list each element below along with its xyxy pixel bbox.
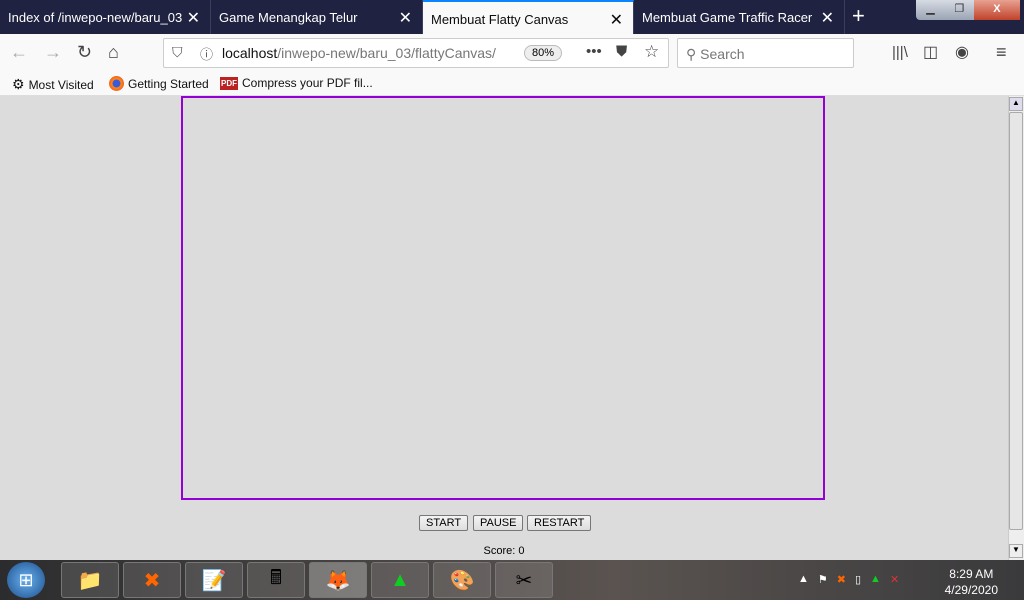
search-input[interactable]: ⚲ Search <box>677 38 854 68</box>
info-icon[interactable]: ⓘ <box>200 44 213 63</box>
close-tab-icon[interactable]: ✕ <box>399 8 412 28</box>
start-button[interactable]: START <box>419 515 469 531</box>
bookmark-getting-started[interactable]: Getting Started <box>109 76 209 91</box>
network-icon[interactable]: ✕ <box>890 573 899 586</box>
zoom-level[interactable]: 80% <box>524 45 563 61</box>
reload-button[interactable]: ↻ <box>77 42 92 63</box>
snipping-tool-taskbar-icon[interactable]: ✂ <box>495 562 553 598</box>
home-button[interactable]: ⌂ <box>108 42 119 63</box>
app-green-taskbar-icon[interactable]: ▲ <box>371 562 429 598</box>
pause-button[interactable]: PAUSE <box>473 515 524 531</box>
search-placeholder: Search <box>700 46 745 62</box>
bookmark-label: Getting Started <box>128 76 209 91</box>
firefox-icon <box>109 76 124 91</box>
more-actions-icon[interactable]: ••• <box>586 43 602 60</box>
close-tab-icon[interactable]: ✕ <box>187 8 200 28</box>
maximize-button[interactable]: ❐ <box>945 0 974 20</box>
xampp-taskbar-icon[interactable]: ✖ <box>123 562 181 598</box>
bookmark-label: Compress your PDF fil... <box>242 76 373 90</box>
pocket-icon[interactable]: ⛊ <box>616 43 627 60</box>
shield-icon[interactable]: ⛉ <box>172 44 183 61</box>
flag-icon[interactable]: ⚑ <box>818 573 828 586</box>
clock-date: 4/29/2020 <box>944 583 998 597</box>
bookmark-label: Most Visited <box>28 77 94 92</box>
notepadpp-taskbar-icon[interactable]: 📝 <box>185 562 243 598</box>
new-tab-button[interactable]: + <box>852 3 865 29</box>
xampp-tray-icon[interactable]: ✖ <box>837 573 846 586</box>
menu-icon[interactable]: ≡ <box>996 42 1007 63</box>
start-menu-button[interactable]: ⊞ <box>7 562 45 598</box>
bookmark-compress-pdf[interactable]: PDF Compress your PDF fil... <box>220 76 373 90</box>
tab-label: Membuat Flatty Canvas <box>431 12 569 27</box>
sidebar-icon[interactable]: ◫ <box>923 42 938 62</box>
firefox-taskbar-icon[interactable]: 🦊 <box>309 562 367 598</box>
tab-label: Membuat Game Traffic Racer <box>642 10 813 25</box>
tab-game-menangkap-telur[interactable]: Game Menangkap Telur ✕ <box>211 0 423 34</box>
close-tab-icon[interactable]: ✕ <box>610 10 623 30</box>
window-controls: ▁ ❐ X <box>916 0 1020 20</box>
green-app-tray-icon[interactable]: ▲ <box>870 573 881 586</box>
url-text: localhost/inwepo-new/baru_03/flattyCanva… <box>222 45 496 61</box>
search-icon: ⚲ <box>686 46 697 62</box>
calculator-taskbar-icon[interactable]: 🖩 <box>247 562 305 598</box>
tab-traffic-racer[interactable]: Membuat Game Traffic Racer ✕ <box>634 0 845 34</box>
gear-icon: ⚙ <box>12 76 25 92</box>
close-window-button[interactable]: X <box>973 0 1020 20</box>
power-icon[interactable]: ▯ <box>855 573 861 586</box>
game-canvas[interactable] <box>181 96 825 500</box>
url-bar[interactable]: ⛉ ⓘ localhost/inwepo-new/baru_03/flattyC… <box>163 38 669 68</box>
minimize-button[interactable]: ▁ <box>916 0 945 20</box>
bookmark-star-icon[interactable]: ☆ <box>644 42 659 62</box>
paint-taskbar-icon[interactable]: 🎨 <box>433 562 491 598</box>
url-path: /inwepo-new/baru_03/flattyCanvas/ <box>277 45 496 61</box>
tab-flatty-canvas[interactable]: Membuat Flatty Canvas ✕ <box>423 0 634 34</box>
tab-bar: Index of /inwepo-new/baru_03 ✕ Game Menan… <box>0 0 1024 34</box>
clock[interactable]: 8:29 AM 4/29/2020 <box>945 566 998 598</box>
tray-expand-icon[interactable]: ▲ <box>798 573 809 586</box>
close-tab-icon[interactable]: ✕ <box>821 8 834 28</box>
tab-index[interactable]: Index of /inwepo-new/baru_03 ✕ <box>0 0 211 34</box>
bookmark-most-visited[interactable]: ⚙ Most Visited <box>12 76 94 93</box>
tab-label: Index of /inwepo-new/baru_03 <box>8 10 183 25</box>
account-icon[interactable]: ◉ <box>955 42 969 62</box>
score-text: Score: 0 <box>483 545 525 557</box>
restart-button[interactable]: RESTART <box>527 515 592 531</box>
clock-time: 8:29 AM <box>949 567 994 581</box>
scroll-up-button[interactable]: ▲ <box>1009 97 1023 111</box>
scrollbar-thumb[interactable] <box>1009 112 1023 530</box>
library-icon[interactable]: |||\ <box>892 44 908 61</box>
scroll-down-button[interactable]: ▼ <box>1009 544 1023 558</box>
forward-button[interactable]: → <box>44 42 62 63</box>
url-host: localhost <box>222 45 278 61</box>
pdf-icon: PDF <box>220 76 238 90</box>
system-tray: ▲ ⚑ ✖ ▯ ▲ ✕ <box>798 573 899 586</box>
tab-label: Game Menangkap Telur <box>219 10 358 25</box>
explorer-taskbar-icon[interactable]: 📁 <box>61 562 119 598</box>
back-button[interactable]: ← <box>10 42 28 63</box>
